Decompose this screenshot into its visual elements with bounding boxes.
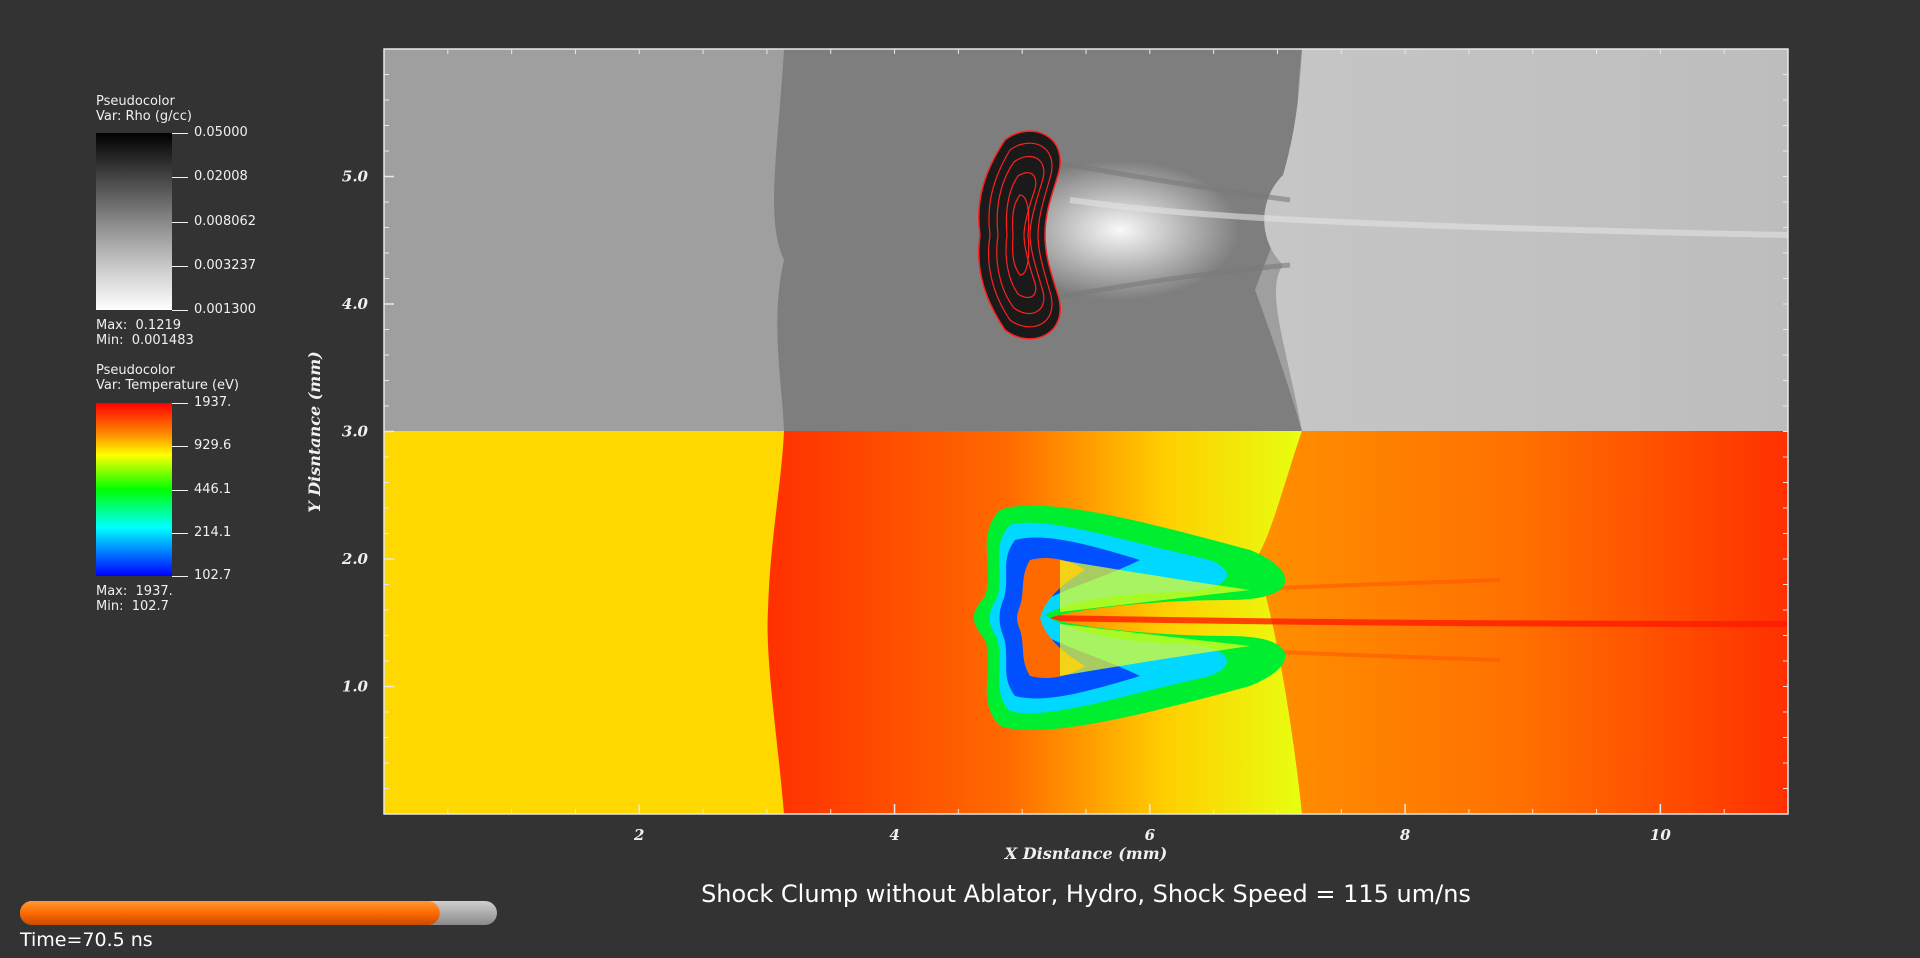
y-tick-label: 1.0 <box>342 678 369 696</box>
y-tick-label: 4.0 <box>342 295 369 313</box>
chart-title: Shock Clump without Ablator, Hydro, Shoc… <box>701 880 1471 908</box>
y-tick-label: 2.0 <box>341 550 369 568</box>
x-tick-label: 8 <box>1400 826 1411 844</box>
time-slider[interactable] <box>20 901 497 925</box>
time-slider-fill <box>20 901 440 925</box>
x-tick-label: 10 <box>1650 826 1671 844</box>
x-axis-label: X Disntance (mm) <box>1004 844 1167 863</box>
time-label: Time=70.5 ns <box>19 929 153 951</box>
y-tick-label: 5.0 <box>342 168 369 186</box>
y-tick-label: 3.0 <box>342 423 369 441</box>
field-layer <box>384 49 1788 814</box>
y-axis-label: Y Disntance (mm) <box>305 351 324 512</box>
x-tick-label: 2 <box>633 826 644 844</box>
x-tick-label: 6 <box>1145 826 1156 844</box>
simulation-plot: 2 4 6 8 10 1.02.03.04.05.0 X Disntance (mm) … <box>19 48 1789 951</box>
x-tick-label: 4 <box>889 826 899 844</box>
